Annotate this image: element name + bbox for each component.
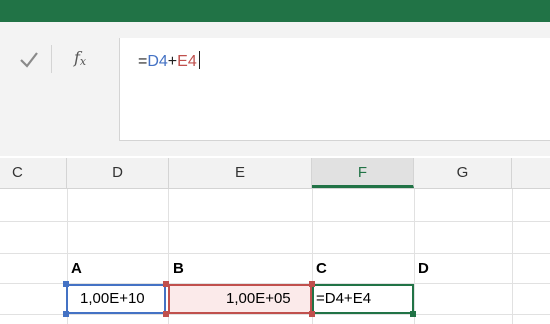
range-handle-e4-top-right[interactable] <box>309 281 315 287</box>
formula-operator: + <box>167 53 178 70</box>
column-header-row: C D E F G <box>0 158 550 189</box>
gridline <box>0 253 550 254</box>
cell-d3[interactable]: A <box>71 260 82 277</box>
gridline <box>0 221 550 222</box>
formula-prefix: = <box>138 53 148 70</box>
column-header-f[interactable]: F <box>312 158 414 188</box>
ribbon-strip <box>0 0 550 22</box>
fx-icon[interactable]: fx <box>74 48 86 68</box>
check-icon[interactable] <box>18 45 40 73</box>
fill-handle[interactable] <box>410 311 416 317</box>
cell-f4[interactable]: =D4+E4 <box>316 290 371 307</box>
column-header-h[interactable] <box>512 158 550 188</box>
range-handle-d4-bottom-left[interactable] <box>63 311 69 317</box>
cell-f3[interactable]: C <box>316 260 327 277</box>
gridline <box>414 189 415 324</box>
range-handle-e4-top-left[interactable] <box>163 281 169 287</box>
gridline <box>0 314 550 315</box>
text-caret <box>198 51 200 69</box>
cell-g3[interactable]: D <box>418 260 429 277</box>
range-handle-e4-bottom-left[interactable] <box>163 311 169 317</box>
formula-controls-divider <box>51 45 52 73</box>
cell-d4[interactable]: 1,00E+10 <box>80 290 145 307</box>
cell-e4[interactable]: 1,00E+05 <box>226 290 291 307</box>
cell-e3[interactable]: B <box>173 260 184 277</box>
column-header-d[interactable]: D <box>67 158 169 188</box>
formula-ref-e4: E4 <box>177 53 197 70</box>
formula-text: =D4+E4 <box>138 51 200 71</box>
column-header-e[interactable]: E <box>169 158 312 188</box>
column-header-g[interactable]: G <box>414 158 512 188</box>
toolbar-gap <box>0 22 550 36</box>
gridline <box>512 189 513 324</box>
formula-ref-d4: D4 <box>147 53 168 70</box>
range-handle-e4-bottom-right[interactable] <box>309 311 315 317</box>
formula-bar-input[interactable]: =D4+E4 <box>119 38 550 141</box>
column-header-c[interactable]: C <box>0 158 67 188</box>
range-handle-d4-top-left[interactable] <box>63 281 69 287</box>
